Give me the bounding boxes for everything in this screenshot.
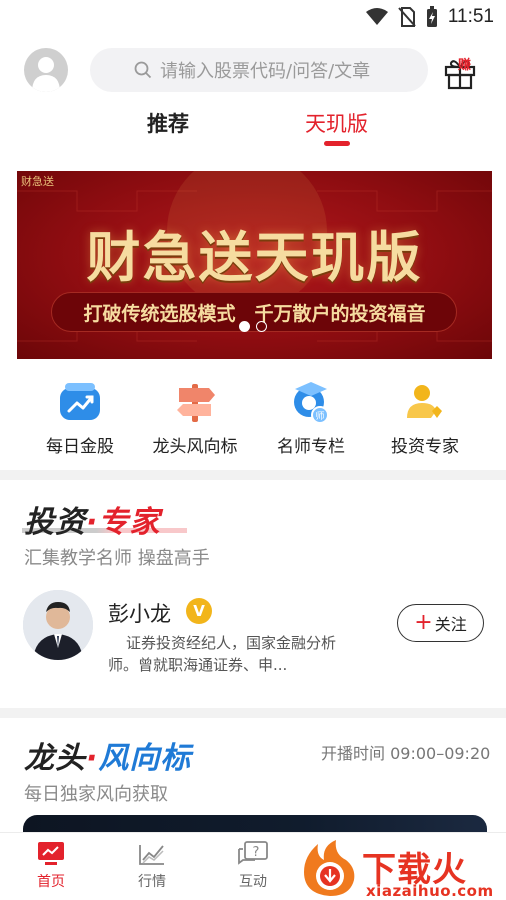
- search-bar[interactable]: 请输入股票代码/问答/文章: [90, 48, 428, 92]
- no-sim-icon: [398, 7, 416, 27]
- carousel-dot-2[interactable]: [256, 321, 267, 332]
- tab-tianji[interactable]: 天玑版: [305, 108, 368, 138]
- section-divider: [0, 470, 506, 480]
- svg-text:师: 师: [315, 410, 324, 422]
- nav-label: 首页: [37, 874, 65, 890]
- app-screen: 11:51 请输入股票代码/问答/文章 赚 推荐 天玑版 财急送 财急送天玑版: [0, 0, 506, 900]
- expert-bio: 证券投资经纪人，国家金融分析师。曾就职海通证券、申...: [108, 634, 337, 674]
- expert-title-left: 投资: [24, 505, 86, 540]
- expert-avatar[interactable]: [23, 590, 93, 660]
- quick-link-teacher-column[interactable]: 师 名师专栏: [256, 378, 366, 457]
- search-icon: [134, 61, 152, 79]
- leader-title-left: 龙头: [24, 741, 86, 776]
- expert-section-description: 汇集教学名师 操盘高手: [24, 548, 210, 569]
- nav-label: 互动: [239, 874, 267, 890]
- banner-title: 财急送天玑版: [86, 225, 423, 289]
- quick-link-daily-stocks[interactable]: 每日金股: [25, 378, 135, 457]
- expert-name[interactable]: 彭小龙: [108, 598, 171, 628]
- quick-link-investment-expert[interactable]: 投资专家: [370, 378, 480, 457]
- quick-link-label: 投资专家: [391, 437, 459, 457]
- carousel-dot-1[interactable]: [239, 321, 250, 332]
- quick-link-label: 每日金股: [46, 437, 114, 457]
- banner-logo: 财急送: [21, 175, 54, 188]
- promo-banner[interactable]: 财急送 财急送天玑版 打破传统选股模式 千万散户的投资福音: [17, 171, 492, 359]
- trend-chart-icon: [60, 383, 100, 420]
- leader-section-title: 龙头·风向标: [24, 733, 191, 777]
- search-placeholder: 请输入股票代码/问答/文章: [160, 61, 371, 82]
- watermark-url: xiazaihuo.com: [366, 882, 494, 900]
- follow-label: 关注: [434, 615, 467, 634]
- expert-section-title: 投资·专家: [24, 497, 160, 541]
- wifi-icon: [365, 8, 388, 25]
- quick-link-leader-signal[interactable]: 龙头风向标: [140, 378, 250, 457]
- watermark: 下载火 xiazaihuo.com: [298, 836, 504, 900]
- flame-logo-icon: [304, 840, 355, 896]
- nav-label: 行情: [138, 874, 166, 890]
- quick-link-label: 龙头风向标: [152, 437, 238, 457]
- tab-recommend[interactable]: 推荐: [147, 108, 189, 138]
- leader-title-sep: ·: [86, 741, 99, 776]
- leader-title-right: 风向标: [98, 741, 192, 776]
- status-bar: 11:51: [0, 0, 506, 34]
- signpost-icon: [177, 384, 215, 422]
- active-tab-indicator: [324, 141, 350, 146]
- broadcast-time: 开播时间 09:00–09:20: [321, 744, 491, 763]
- status-time: 11:51: [447, 6, 494, 27]
- user-avatar[interactable]: [24, 48, 68, 92]
- home-monitor-icon: [38, 842, 64, 865]
- expert-title-underline: [22, 528, 187, 533]
- follow-button[interactable]: + 关注: [397, 604, 484, 642]
- svg-text:?: ?: [253, 845, 260, 860]
- plus-icon: +: [414, 610, 433, 635]
- chat-question-icon: ?: [238, 841, 268, 865]
- expert-title-right: 专家: [98, 505, 161, 540]
- battery-charging-icon: [426, 6, 437, 27]
- teacher-icon: 师: [294, 382, 329, 424]
- market-chart-icon: [139, 845, 164, 865]
- quick-link-label: 名师专栏: [277, 437, 345, 457]
- verified-badge-icon: V: [186, 598, 212, 624]
- gift-badge: 赚: [458, 58, 472, 73]
- expert-title-sep: ·: [86, 505, 99, 540]
- nav-item-interact[interactable]: ? 互动: [218, 841, 288, 891]
- carousel-dots: [239, 321, 267, 332]
- nav-item-market[interactable]: 行情: [117, 841, 187, 891]
- leader-section-description: 每日独家风向获取: [24, 784, 168, 805]
- nav-item-home[interactable]: 首页: [16, 841, 86, 891]
- section-divider: [0, 708, 506, 718]
- expert-icon: [407, 385, 442, 418]
